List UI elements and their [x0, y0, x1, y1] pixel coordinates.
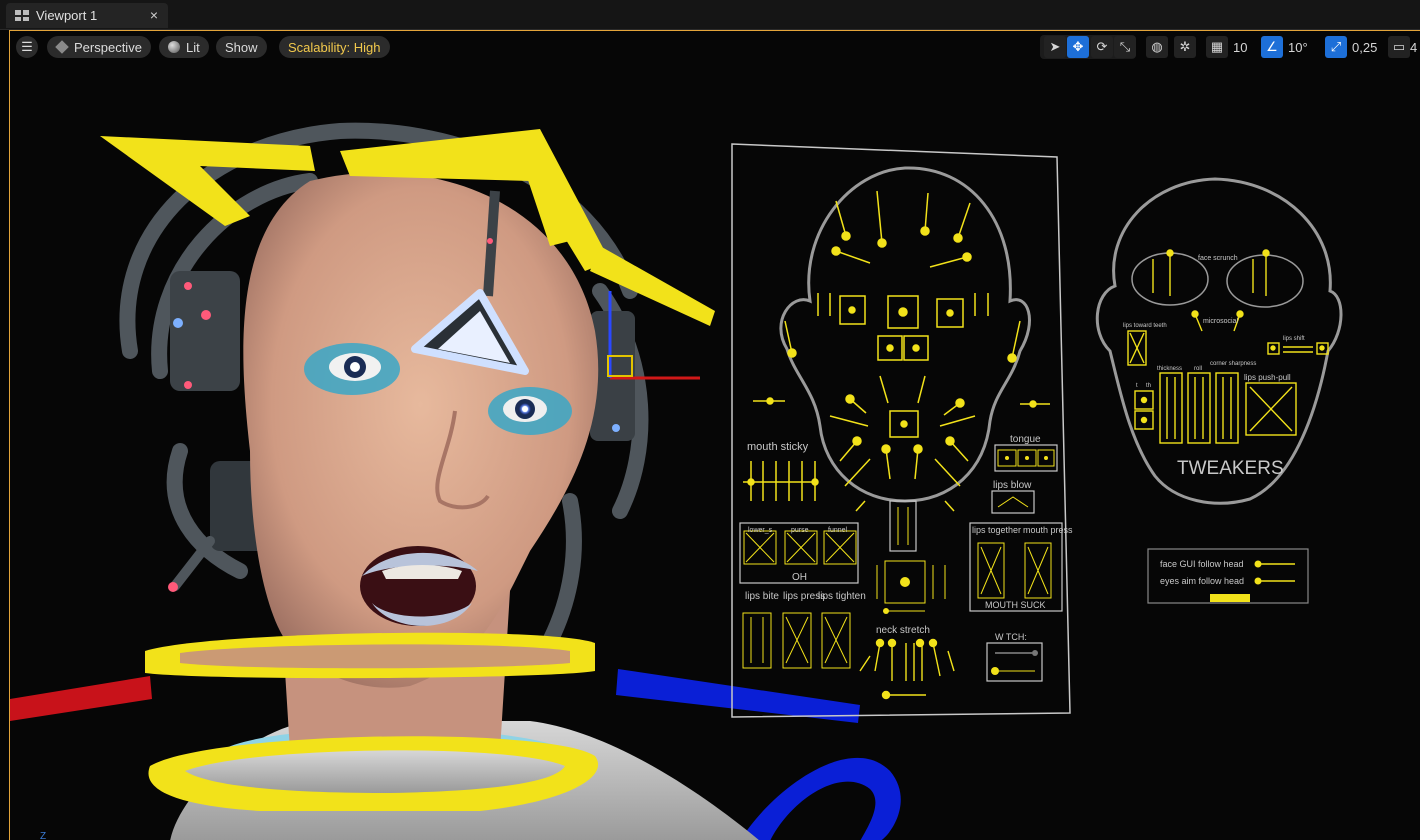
move-icon: ✥ [1072, 39, 1084, 54]
close-icon[interactable]: × [150, 7, 158, 23]
label-neck-stretch: neck stretch [876, 625, 930, 636]
label-oh: OH [792, 572, 807, 583]
label-mouth-suck: MOUTH SUCK [985, 600, 1046, 610]
label-purse: purse [791, 527, 809, 534]
lit-button[interactable]: Lit [159, 36, 209, 58]
scale-tool-button[interactable]: ⤡ [1114, 36, 1136, 58]
translate-tool-button[interactable]: ✥ [1067, 36, 1089, 58]
blue-control-curve[interactable] [616, 669, 860, 723]
label-lips-toward-teeth: lips toward teeth [1123, 323, 1167, 329]
label-lips-blow: lips blow [993, 480, 1032, 491]
scale-snap-button[interactable]: ⤢ [1325, 36, 1347, 58]
tab-bar: Viewport 1 × [0, 0, 1420, 30]
label-face-scrunch: face scrunch [1198, 255, 1238, 262]
scalability-button[interactable]: Scalability: High [279, 36, 390, 58]
viewport-layout-icon [15, 10, 29, 21]
tweakers-controls[interactable] [1127, 249, 1329, 444]
tab-title: Viewport 1 [36, 8, 98, 23]
axis-indicator-z: Z [40, 831, 46, 840]
label-lips-together: lips together [972, 525, 1021, 535]
label-t: t [1136, 383, 1138, 389]
lit-label: Lit [186, 39, 200, 55]
lips-controls[interactable] [742, 612, 851, 669]
red-control-curve[interactable] [10, 676, 152, 721]
label-microsocial: microsocial [1203, 318, 1238, 325]
hamburger-icon: ☰ [21, 39, 33, 54]
scale-icon: ⤡ [1119, 39, 1131, 54]
label-thickness: thickness [1157, 366, 1182, 372]
select-tool-button[interactable]: ➤ [1044, 36, 1066, 58]
label-lips-shift: lips shift [1283, 336, 1305, 342]
label-face-gui-follow: face GUI follow head [1160, 559, 1244, 569]
cube-icon [55, 40, 69, 54]
face-gui-controls[interactable] [753, 190, 1050, 512]
label-lips-bite: lips bite [745, 591, 779, 602]
label-th: th [1146, 383, 1151, 389]
viewport-scene[interactable]: mouth sticky tongue lips blow lower_s pu… [10, 31, 1420, 840]
label-lips-push-pull: lips push-pull [1244, 373, 1291, 382]
globe-icon: ◍ [1151, 39, 1163, 54]
grid-icon: ▦ [1210, 39, 1224, 54]
viewport[interactable]: mouth sticky tongue lips blow lower_s pu… [9, 30, 1420, 840]
angle-snap-button[interactable]: ∠ [1261, 36, 1283, 58]
grid-snap-value[interactable]: 10 [1233, 40, 1247, 55]
grid-snap-button[interactable]: ▦ [1206, 36, 1228, 58]
viewport-menu-button[interactable]: ☰ [16, 36, 38, 58]
headgear-antenna [170, 536, 215, 591]
neck-stretch-controls[interactable] [859, 638, 955, 700]
scalability-label: Scalability: High [288, 39, 381, 55]
surface-snap-icon: ✲ [1179, 39, 1191, 54]
lit-sphere-icon [168, 41, 180, 53]
label-mouth-press: mouth press [1023, 525, 1073, 535]
tab-viewport-1[interactable]: Viewport 1 × [6, 3, 168, 28]
angle-icon: ∠ [1266, 39, 1278, 54]
left-eye-glow [350, 362, 360, 372]
blue-control-arc[interactable] [740, 758, 901, 840]
label-lips-tighten: lips tighten [818, 591, 866, 602]
show-label: Show [225, 39, 258, 55]
tweakers-title: TWEAKERS [1177, 458, 1284, 479]
surface-snap-button[interactable]: ✲ [1174, 36, 1196, 58]
label-eyes-aim-follow: eyes aim follow head [1160, 576, 1244, 586]
scale-snap-value[interactable]: 0,25 [1352, 40, 1377, 55]
jaw-controls[interactable] [876, 500, 946, 614]
rotate-tool-button[interactable]: ⟳ [1091, 36, 1113, 58]
label-funnel: funnel [828, 527, 848, 534]
show-button[interactable]: Show [216, 36, 267, 58]
perspective-button[interactable]: Perspective [47, 36, 151, 58]
label-watch: W TCH: [995, 632, 1027, 642]
rotate-icon: ⟳ [1096, 39, 1108, 54]
label-corner-sharpness: corner sharpness [1210, 361, 1256, 367]
camera-icon: ▭ [1392, 39, 1406, 54]
mouth-sticky-controls[interactable] [743, 461, 819, 501]
headgear-module-left [170, 271, 240, 391]
label-lower-s: lower_s [748, 527, 773, 534]
label-roll: roll [1194, 366, 1202, 372]
camera-speed-button[interactable]: ▭ [1388, 36, 1410, 58]
label-mouth-sticky: mouth sticky [747, 441, 809, 453]
camera-speed-value[interactable]: 4 [1410, 40, 1417, 55]
world-local-button[interactable]: ◍ [1146, 36, 1168, 58]
scale-snap-icon: ⤢ [1330, 39, 1342, 54]
angle-snap-value[interactable]: 10° [1288, 40, 1308, 55]
viewport-toolbar: ☰ Perspective Lit Show Scalability: High… [10, 31, 1420, 59]
label-tongue: tongue [1010, 434, 1041, 445]
perspective-label: Perspective [74, 39, 142, 55]
cursor-icon: ➤ [1049, 39, 1061, 54]
